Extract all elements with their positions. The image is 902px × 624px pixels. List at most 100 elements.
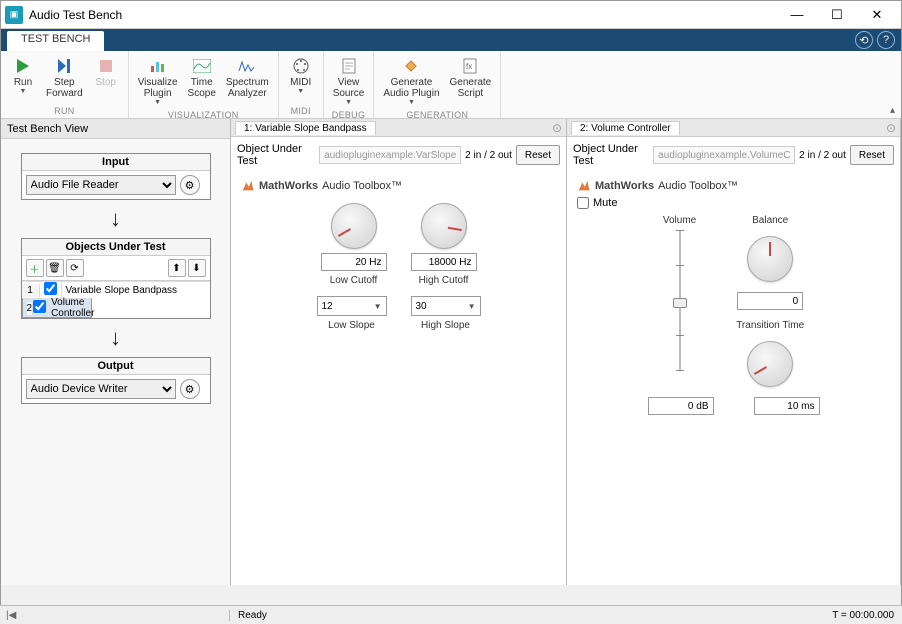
play-icon <box>13 56 33 76</box>
chevron-down-icon: ▼ <box>374 302 382 311</box>
balance-label: Balance <box>752 215 788 226</box>
status-text: Ready <box>230 610 275 621</box>
mute-checkbox[interactable] <box>577 197 589 209</box>
high-slope-label: High Slope <box>421 320 470 331</box>
stop-button: Stop <box>88 53 124 105</box>
arrow-down-icon: ↓ <box>110 325 121 351</box>
high-cutoff-input[interactable] <box>411 253 477 271</box>
run-button[interactable]: Run ▼ <box>5 53 41 105</box>
panel-tab[interactable]: 1: Variable Slope Bandpass <box>235 121 376 135</box>
delete-object-button[interactable]: 🗑 <box>46 259 64 277</box>
object-enable-checkbox[interactable] <box>44 282 57 295</box>
group-label: GENERATION <box>406 109 468 122</box>
transition-time-readout[interactable] <box>754 397 820 415</box>
plugin-icon <box>401 56 421 76</box>
out-label: Object Under Test <box>573 143 649 167</box>
low-cutoff-label: Low Cutoff <box>330 275 378 286</box>
mathworks-logo-icon <box>241 179 255 193</box>
low-slope-select[interactable]: 12▼ <box>317 296 387 316</box>
time-scope-button[interactable]: Time Scope <box>183 53 221 109</box>
refresh-button[interactable]: ⟳ <box>66 259 84 277</box>
help-icon[interactable]: ? <box>877 31 895 49</box>
gear-icon: ⚙ <box>185 179 195 192</box>
object-class-field <box>319 146 461 164</box>
reset-button[interactable]: Reset <box>516 145 560 165</box>
reset-button[interactable]: Reset <box>850 145 894 165</box>
low-cutoff-input[interactable] <box>321 253 387 271</box>
chevron-down-icon: ▼ <box>154 99 161 106</box>
status-left-icon[interactable]: |◀ <box>0 610 230 621</box>
high-cutoff-knob[interactable] <box>421 203 467 249</box>
panel-tab[interactable]: 2: Volume Controller <box>571 121 680 135</box>
status-time: T = 00:00.000 <box>824 610 902 621</box>
volume-label: Volume <box>663 215 696 226</box>
panel-close-icon[interactable]: ⊙ <box>552 121 562 135</box>
add-object-button[interactable]: ＋ <box>26 259 44 277</box>
low-cutoff-knob[interactable] <box>331 203 377 249</box>
volume-readout[interactable] <box>648 397 714 415</box>
panel-title: Test Bench View <box>1 119 230 139</box>
move-up-button[interactable]: ⬆ <box>168 259 186 277</box>
spectrum-analyzer-button[interactable]: Spectrum Analyzer <box>221 53 274 109</box>
generate-audio-plugin-button[interactable]: Generate Audio Plugin ▼ <box>378 53 444 109</box>
maximize-button[interactable]: ☐ <box>817 1 857 29</box>
script-icon: fx <box>460 56 480 76</box>
chevron-down-icon: ▼ <box>20 88 27 95</box>
low-slope-label: Low Slope <box>328 320 375 331</box>
app-icon: ▣ <box>5 6 23 24</box>
step-forward-button[interactable]: Step Forward <box>41 53 88 105</box>
scope-icon <box>192 56 212 76</box>
spectrum-icon <box>237 56 257 76</box>
generate-script-button[interactable]: fx Generate Script <box>445 53 497 109</box>
balance-knob[interactable] <box>747 236 793 282</box>
balance-input[interactable] <box>737 292 803 310</box>
mathworks-logo-icon <box>577 179 591 193</box>
group-label: DEBUG <box>332 109 366 122</box>
midi-icon <box>291 56 311 76</box>
window-title: Audio Test Bench <box>29 8 777 22</box>
panel-close-icon[interactable]: ⊙ <box>886 121 896 135</box>
chevron-down-icon: ▼ <box>468 302 476 311</box>
restore-layout-icon[interactable]: ⟲ <box>855 31 873 49</box>
view-source-button[interactable]: View Source ▼ <box>328 53 370 109</box>
chevron-down-icon: ▼ <box>408 99 415 106</box>
io-count: 2 in / 2 out <box>465 150 512 161</box>
visualize-plugin-button[interactable]: Visualize Plugin ▼ <box>133 53 183 109</box>
input-settings-button[interactable]: ⚙ <box>180 175 200 195</box>
chevron-down-icon: ▼ <box>345 99 352 106</box>
step-icon <box>54 56 74 76</box>
object-row[interactable]: 2 Volume Controller <box>22 298 92 318</box>
high-slope-select[interactable]: 30▼ <box>411 296 481 316</box>
ribbon-tab-testbench[interactable]: TEST BENCH <box>7 31 104 51</box>
object-enable-checkbox[interactable] <box>33 300 46 313</box>
chart-icon <box>148 56 168 76</box>
group-label: RUN <box>54 105 74 118</box>
objects-under-test-header: Objects Under Test <box>22 239 210 256</box>
group-label: MIDI <box>291 105 311 118</box>
close-button[interactable]: ✕ <box>857 1 897 29</box>
arrow-down-icon: ↓ <box>110 206 121 232</box>
midi-button[interactable]: MIDI ▼ <box>283 53 319 105</box>
collapse-ribbon-icon[interactable]: ▴ <box>890 105 895 116</box>
document-icon <box>339 56 359 76</box>
transition-time-knob[interactable] <box>747 341 793 387</box>
svg-text:fx: fx <box>466 62 472 71</box>
chevron-down-icon: ▼ <box>297 88 304 95</box>
mute-label: Mute <box>593 197 617 209</box>
out-label: Object Under Test <box>237 143 315 167</box>
output-settings-button[interactable]: ⚙ <box>180 379 200 399</box>
volume-slider[interactable] <box>668 230 692 370</box>
group-label: VISUALIZATION <box>168 109 239 122</box>
stop-icon <box>96 56 116 76</box>
gear-icon: ⚙ <box>185 383 195 396</box>
input-box-header: Input <box>22 154 210 171</box>
move-down-button[interactable]: ⬇ <box>188 259 206 277</box>
output-box-header: Output <box>22 358 210 375</box>
high-cutoff-label: High Cutoff <box>419 275 469 286</box>
io-count: 2 in / 2 out <box>799 150 846 161</box>
transition-time-label: Transition Time <box>736 320 804 331</box>
output-select[interactable]: Audio Device Writer <box>26 379 176 399</box>
input-select[interactable]: Audio File Reader <box>26 175 176 195</box>
object-class-field <box>653 146 795 164</box>
minimize-button[interactable]: — <box>777 1 817 29</box>
